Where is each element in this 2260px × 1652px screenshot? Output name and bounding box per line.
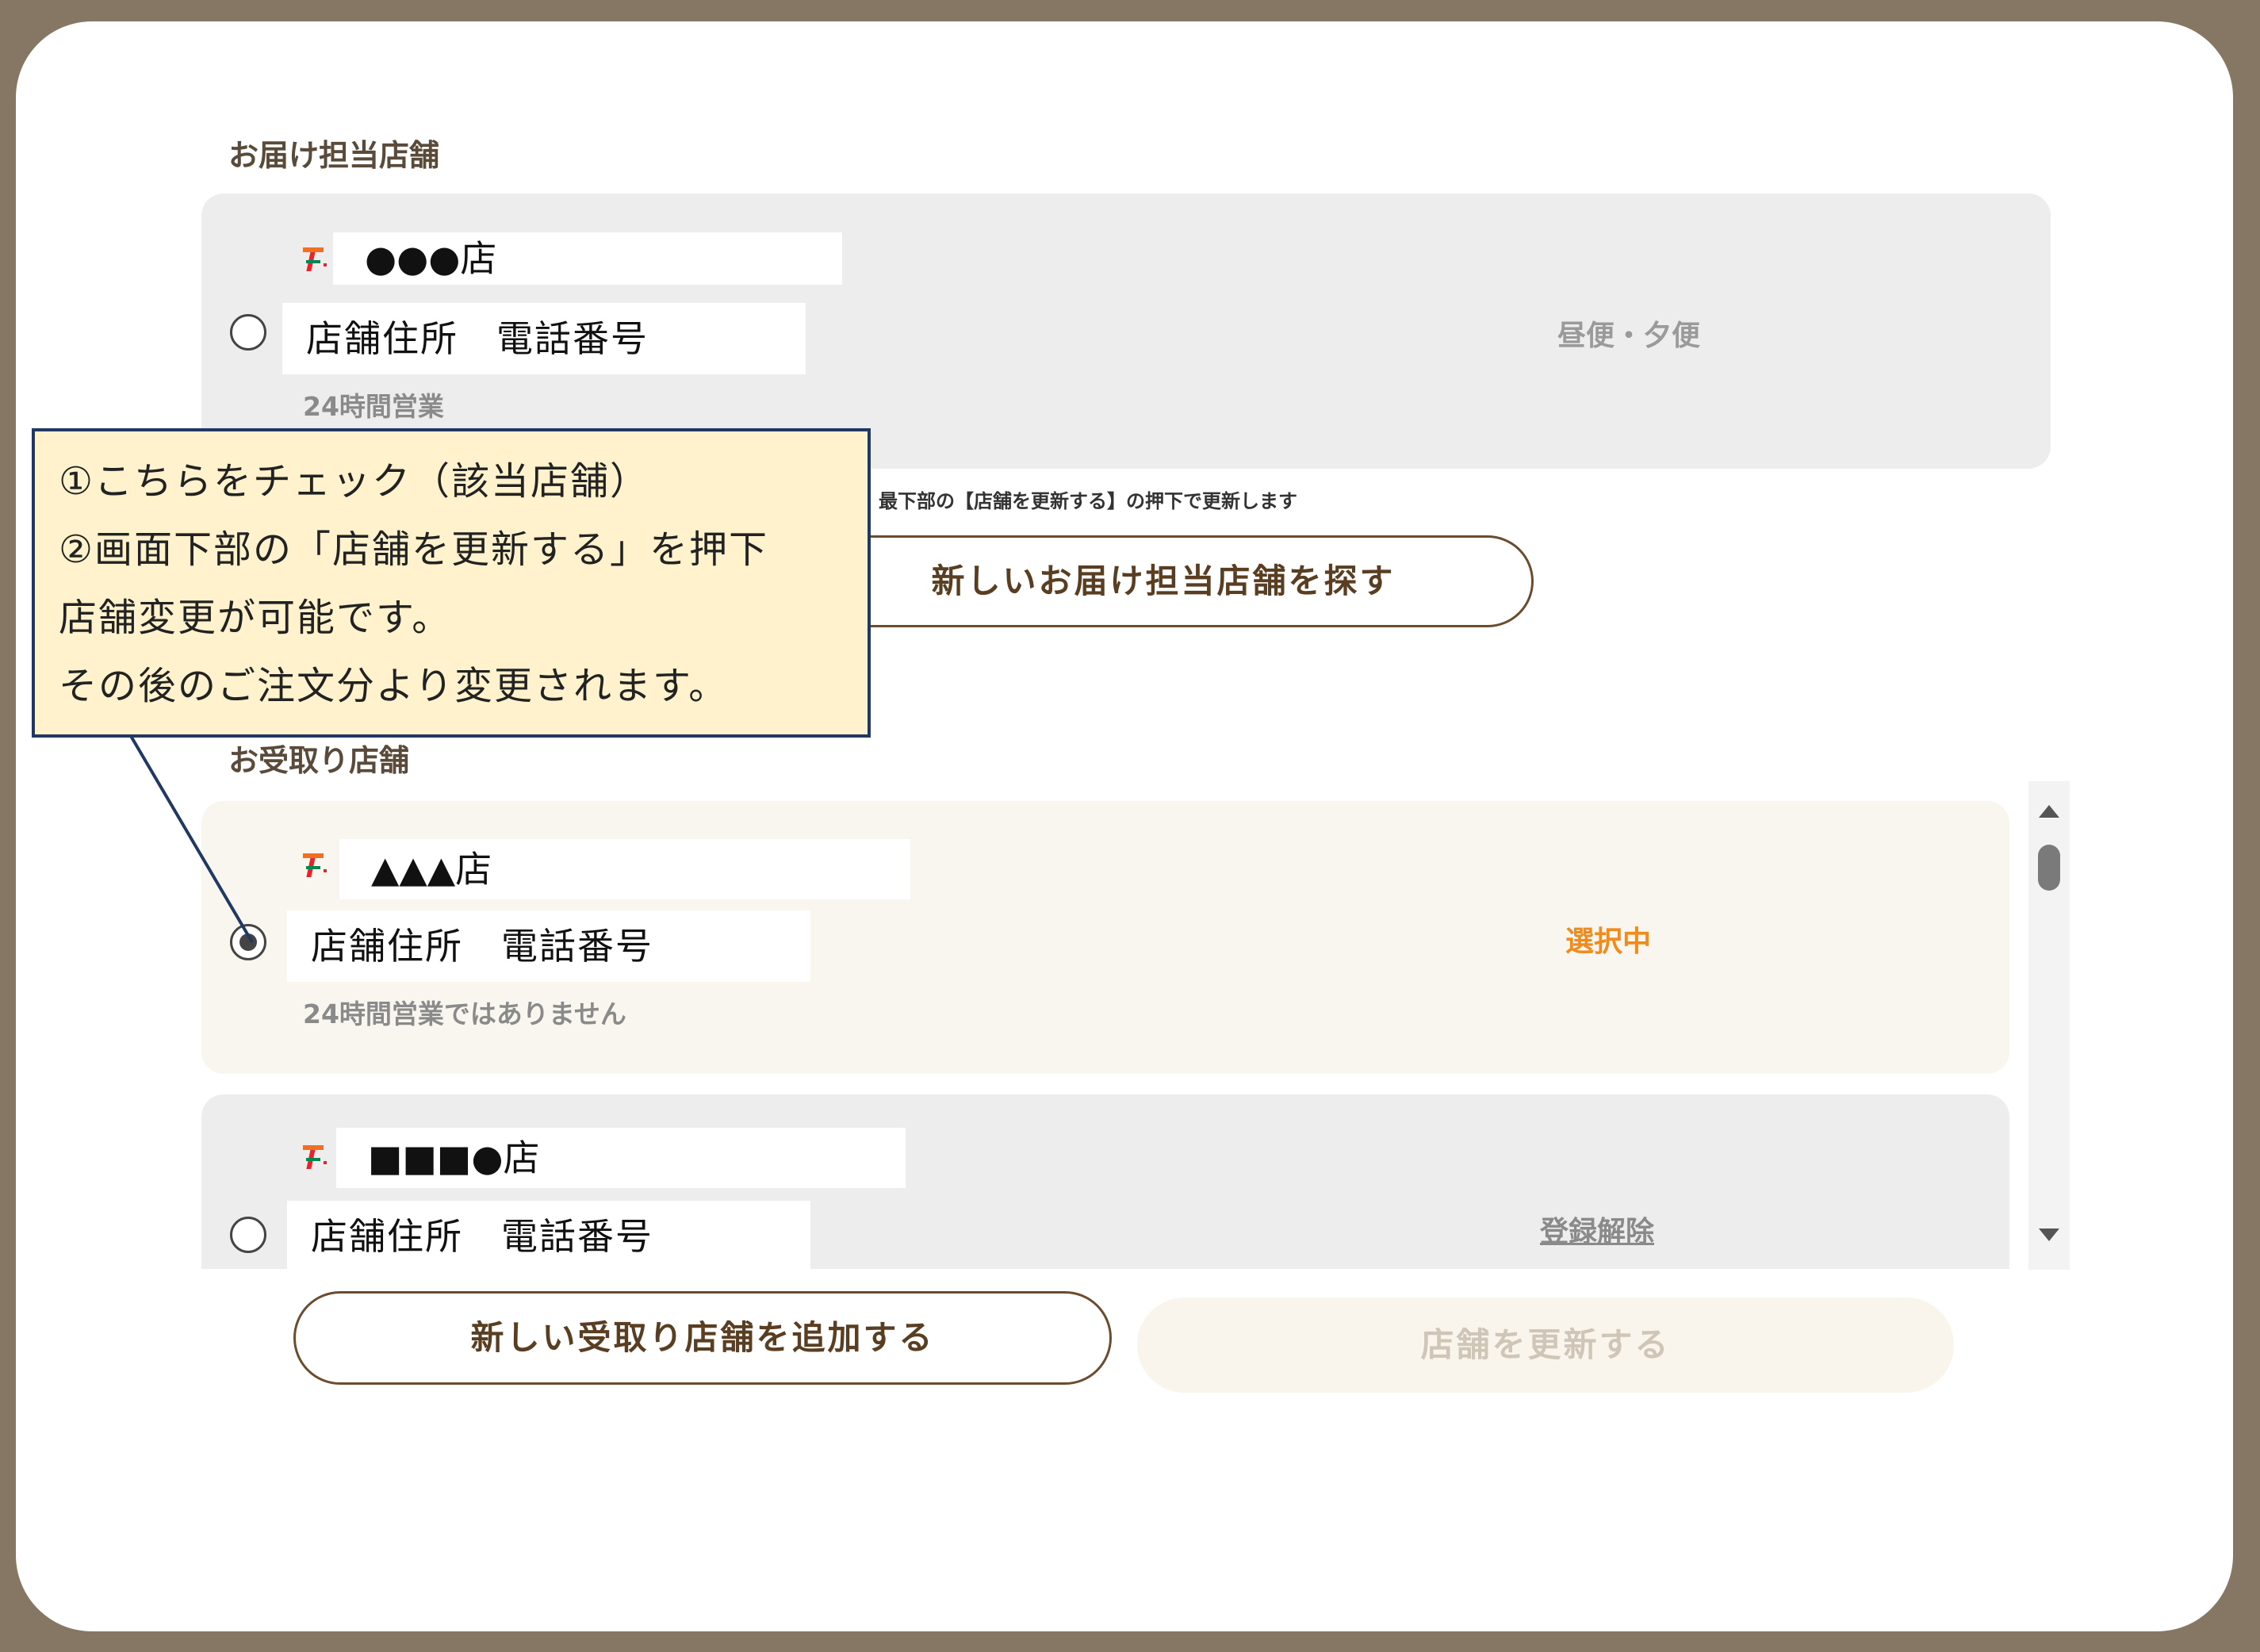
delivery-store-heading: お届け担当店舗 — [228, 138, 440, 173]
pickup-store-heading: お受取り店舗 — [228, 743, 410, 778]
pickup-store-name: ▲▲▲店 — [339, 839, 910, 899]
callout-line-2: ②画面下部の「店舗を更新する」を押下 — [59, 527, 769, 572]
delivery-store-name: ●●●店 — [333, 232, 842, 285]
callout-line-3: 店舗変更が可能です。 — [59, 596, 452, 640]
scroll-up-arrow-icon[interactable] — [2037, 803, 2061, 819]
update-note: 最下部の【店舗を更新する】の押下で更新します — [879, 490, 1297, 512]
pickup-store-radio[interactable] — [230, 1217, 266, 1253]
pickup-store-address: 店舗住所 電話番号 — [287, 1201, 810, 1269]
instruction-callout: ①こちらをチェック（該当店舗） ②画面下部の「店舗を更新する」を押下 店舗変更が… — [32, 428, 871, 738]
callout-line-4: その後のご注文分より変更されます。 — [59, 664, 729, 708]
seven-eleven-logo-icon — [303, 247, 327, 271]
seven-eleven-logo-icon — [303, 1145, 327, 1169]
pickup-store-card[interactable]: ■■■●店 店舗住所 電話番号 登録解除 — [201, 1094, 2009, 1269]
seven-eleven-logo-icon — [303, 853, 327, 877]
selected-status-label: 選択中 — [1565, 926, 1652, 958]
pickup-store-card-selected[interactable]: ▲▲▲店 店舗住所 電話番号 24時間営業ではありません 選択中 — [201, 801, 2009, 1074]
pickup-store-address: 店舗住所 電話番号 — [287, 910, 810, 982]
find-delivery-store-button[interactable]: 新しいお届け担当店舗を探す — [793, 535, 1534, 627]
scroll-down-arrow-icon[interactable] — [2037, 1227, 2061, 1243]
delivery-store-address: 店舗住所 電話番号 — [282, 303, 806, 374]
unregister-link[interactable]: 登録解除 — [1540, 1209, 1654, 1250]
pickup-store-hours: 24時間営業ではありません — [303, 998, 626, 1029]
pickup-list-scrollbar[interactable] — [2028, 781, 2070, 1270]
pickup-store-name: ■■■●店 — [336, 1128, 906, 1188]
delivery-store-card: ●●●店 店舗住所 電話番号 24時間営業 昼便・夕便 — [201, 194, 2051, 469]
callout-line-1: ①こちらをチェック（該当店舗） — [59, 459, 650, 504]
pickup-store-radio-selected[interactable] — [230, 924, 266, 960]
pickup-store-list-viewport: ■■■●店 店舗住所 電話番号 登録解除 — [201, 1094, 2009, 1269]
delivery-store-radio[interactable] — [230, 314, 266, 351]
scrollbar-thumb[interactable] — [2038, 845, 2060, 891]
delivery-store-hours: 24時間営業 — [303, 391, 444, 422]
update-store-button[interactable]: 店舗を更新する — [1137, 1297, 1954, 1393]
delivery-slots-label: 昼便・夕便 — [1557, 320, 1701, 352]
add-pickup-store-button[interactable]: 新しい受取り店舗を追加する — [293, 1291, 1112, 1385]
